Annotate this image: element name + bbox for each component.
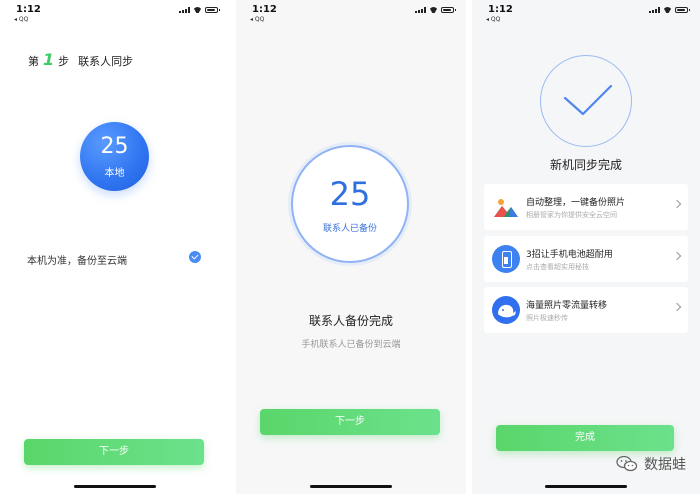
wifi-icon [663,7,672,13]
chevron-right-icon [672,251,682,261]
step-number: 1 [43,50,55,69]
step-suffix: 步 [58,55,70,68]
signal-icon [649,7,660,13]
status-time: 1:12 [16,4,41,15]
signal-icon [179,7,190,13]
status-icons [179,7,220,13]
backed-up-label: 联系人已备份 [322,224,377,234]
local-contacts-count-circle: 25 本地 [80,122,149,191]
back-to-app-link[interactable]: ◂ QQ [250,16,264,23]
phone-screen-step1: 1:12 ◂ QQ 第 1 步 联系人同步 25 本地 本机为准，备份至云端 下… [0,0,230,494]
card-subtitle: 相册管家为你提供安全云空间 [526,211,617,219]
local-contacts-label: 本地 [104,168,125,179]
back-to-app-link[interactable]: ◂ QQ [14,16,28,23]
watermark-text: 数据蛙 [644,457,686,473]
chevron-right-icon [672,199,682,209]
status-bar: 1:12 ◂ QQ [236,0,466,24]
whale-icon [492,296,520,324]
step-header: 第 1 步 联系人同步 [28,50,133,69]
card-title: 3招让手机电池超耐用 [526,250,613,260]
phone-screen-sync-complete: 1:12 ◂ QQ 新机同步完成 自动整理，一键备份照片 相册管家为你提供安全云… [472,0,700,494]
home-indicator[interactable] [74,485,156,488]
feature-card-photo-backup[interactable]: 自动整理，一键备份照片 相册管家为你提供安全云空间 [484,184,688,230]
home-indicator[interactable] [545,485,627,488]
backup-option-label[interactable]: 本机为准，备份至云端 [27,252,127,267]
next-step-button[interactable]: 下一步 [260,409,440,435]
battery-icon [492,245,520,273]
watermark: 数据蛙 [616,454,686,474]
battery-status-icon [441,7,456,13]
backed-up-count: 25 [329,175,371,213]
battery-status-icon [675,7,690,13]
signal-icon [415,7,426,13]
status-time: 1:12 [252,4,277,15]
photo-mountain-icon [492,193,520,221]
home-indicator[interactable] [310,485,392,488]
backup-done-title: 联系人备份完成 [308,314,393,328]
done-button[interactable]: 完成 [496,425,674,451]
status-icons [649,7,690,13]
step-prefix: 第 [28,55,39,68]
status-bar: 1:12 ◂ QQ [0,0,230,24]
wifi-icon [193,7,202,13]
battery-status-icon [205,7,220,13]
wifi-icon [429,7,438,13]
card-title: 自动整理，一键备份照片 [526,198,626,208]
local-contacts-count: 25 [100,134,129,159]
backup-done-subtitle: 手机联系人已备份到云端 [301,340,401,350]
wechat-icon [616,455,638,473]
check-icon[interactable] [189,251,201,263]
chevron-right-icon [672,302,682,312]
card-subtitle: 照片极速秒传 [526,314,568,322]
sync-complete-title: 新机同步完成 [549,158,622,172]
feature-card-photo-transfer[interactable]: 海量照片零流量转移 照片极速秒传 [484,287,688,333]
back-to-app-link[interactable]: ◂ QQ [486,16,500,23]
success-checkmark-icon [540,55,632,147]
feature-card-battery-tips[interactable]: 3招让手机电池超耐用 点击查看超实用秘技 [484,236,688,282]
status-time: 1:12 [488,4,513,15]
step-title: 联系人同步 [78,55,134,68]
status-bar: 1:12 ◂ QQ [472,0,700,24]
backed-up-count-ring: 25 联系人已备份 [291,145,409,263]
status-icons [415,7,456,13]
card-title: 海量照片零流量转移 [526,301,608,311]
next-step-button[interactable]: 下一步 [24,439,204,465]
card-subtitle: 点击查看超实用秘技 [526,263,589,271]
phone-screen-backup-done: 1:12 ◂ QQ 25 联系人已备份 联系人备份完成 手机联系人已备份到云端 … [236,0,466,494]
